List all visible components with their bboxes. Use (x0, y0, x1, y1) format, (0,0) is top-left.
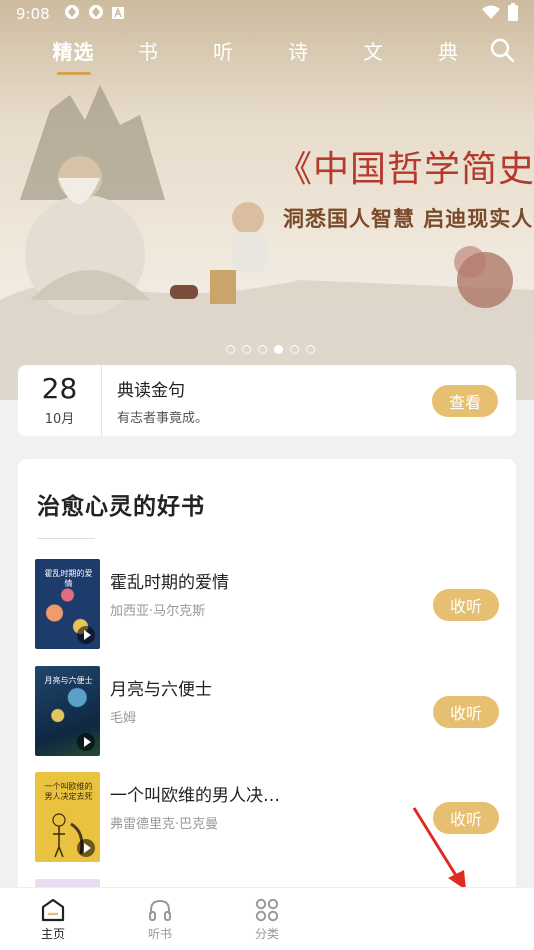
carousel-indicator (226, 345, 315, 354)
carousel-dot[interactable] (258, 345, 267, 354)
play-icon (77, 733, 95, 751)
quote-title: 典读金句 (117, 380, 185, 401)
play-icon (77, 626, 95, 644)
quote-text: 有志者事竟成。 (117, 410, 209, 426)
play-icon (77, 839, 95, 857)
wifi-icon (482, 5, 500, 23)
hero-banner[interactable]: 9:08 精选 书 听 诗 文 典 《中国哲学简史》 洞悉国人智 (0, 0, 534, 400)
tab-audiobooks-label: 听书 (147, 927, 172, 941)
date-day: 28 (41, 371, 78, 405)
book-cover[interactable]: 月亮与六便士 (35, 666, 100, 756)
categories-icon (255, 898, 279, 922)
battery-icon (508, 3, 518, 25)
tab-poetry[interactable]: 诗 (261, 36, 336, 65)
list-item[interactable]: 月亮与六便士 月亮与六便士 毛姆 收听 (35, 666, 499, 756)
book-title[interactable]: 月亮与六便士 (110, 675, 212, 700)
daily-quote-card[interactable]: 28 10月 典读金句 有志者事竟成。 查看 (18, 365, 516, 436)
carousel-dot[interactable] (226, 345, 235, 354)
date-month: 10月 (44, 412, 75, 428)
section-title: 治愈心灵的好书 (37, 494, 205, 520)
tab-audiobooks[interactable]: 听书 (130, 898, 190, 942)
tab-classics[interactable]: 典 (411, 36, 486, 65)
tab-books[interactable]: 书 (111, 36, 186, 65)
tab-categories-label: 分类 (254, 927, 279, 941)
tab-home[interactable]: 主页 (23, 898, 83, 942)
listen-button[interactable]: 收听 (433, 696, 499, 728)
book-cover[interactable]: 一个叫欧维的男人决定去死 (35, 772, 100, 862)
book-title[interactable]: 一个叫欧维的男人决… (110, 781, 280, 806)
headphones-icon (149, 899, 171, 921)
tab-categories[interactable]: 分类 (237, 898, 297, 942)
app-notification-icon (64, 4, 80, 24)
book-author: 毛姆 (110, 711, 137, 726)
search-icon[interactable] (488, 36, 516, 64)
book-cover[interactable]: 霍乱时期的爱情 (35, 559, 100, 649)
cover-title: 月亮与六便士 (44, 676, 93, 685)
book-title[interactable]: 霍乱时期的爱情 (110, 568, 229, 593)
view-quote-button[interactable]: 查看 (432, 384, 498, 417)
top-category-nav: 精选 书 听 诗 文 典 (0, 30, 534, 75)
bottom-tab-bar: 主页 听书 分类 (0, 887, 534, 950)
tab-prose[interactable]: 文 (336, 36, 411, 65)
cover-title: 霍乱时期的爱情 (44, 569, 93, 588)
carousel-dot[interactable] (290, 345, 299, 354)
tab-listen[interactable]: 听 (186, 36, 261, 65)
status-time: 9:08 (16, 5, 50, 23)
app-notification-icon (88, 4, 104, 24)
banner-title: 《中国哲学简史》 (276, 149, 534, 190)
carousel-dot[interactable] (242, 345, 251, 354)
status-bar: 9:08 (0, 0, 534, 28)
home-icon (41, 898, 65, 922)
date-box: 28 10月 (18, 365, 102, 436)
book-author: 加西亚·马尔克斯 (110, 604, 206, 619)
annotation-arrow (412, 807, 466, 890)
listen-button[interactable]: 收听 (433, 589, 499, 621)
banner-subtitle: 洞悉国人智慧 启迪现实人生 (283, 207, 534, 231)
book-author: 弗雷德里克·巴克曼 (110, 817, 219, 832)
text-notification-icon (111, 5, 124, 23)
carousel-dot[interactable] (306, 345, 315, 354)
tab-home-label: 主页 (40, 927, 65, 941)
divider (37, 538, 95, 539)
tab-featured[interactable]: 精选 (36, 36, 111, 75)
list-item[interactable]: 霍乱时期的爱情 霍乱时期的爱情 加西亚·马尔克斯 收听 (35, 559, 499, 649)
carousel-dot-active[interactable] (274, 345, 283, 354)
